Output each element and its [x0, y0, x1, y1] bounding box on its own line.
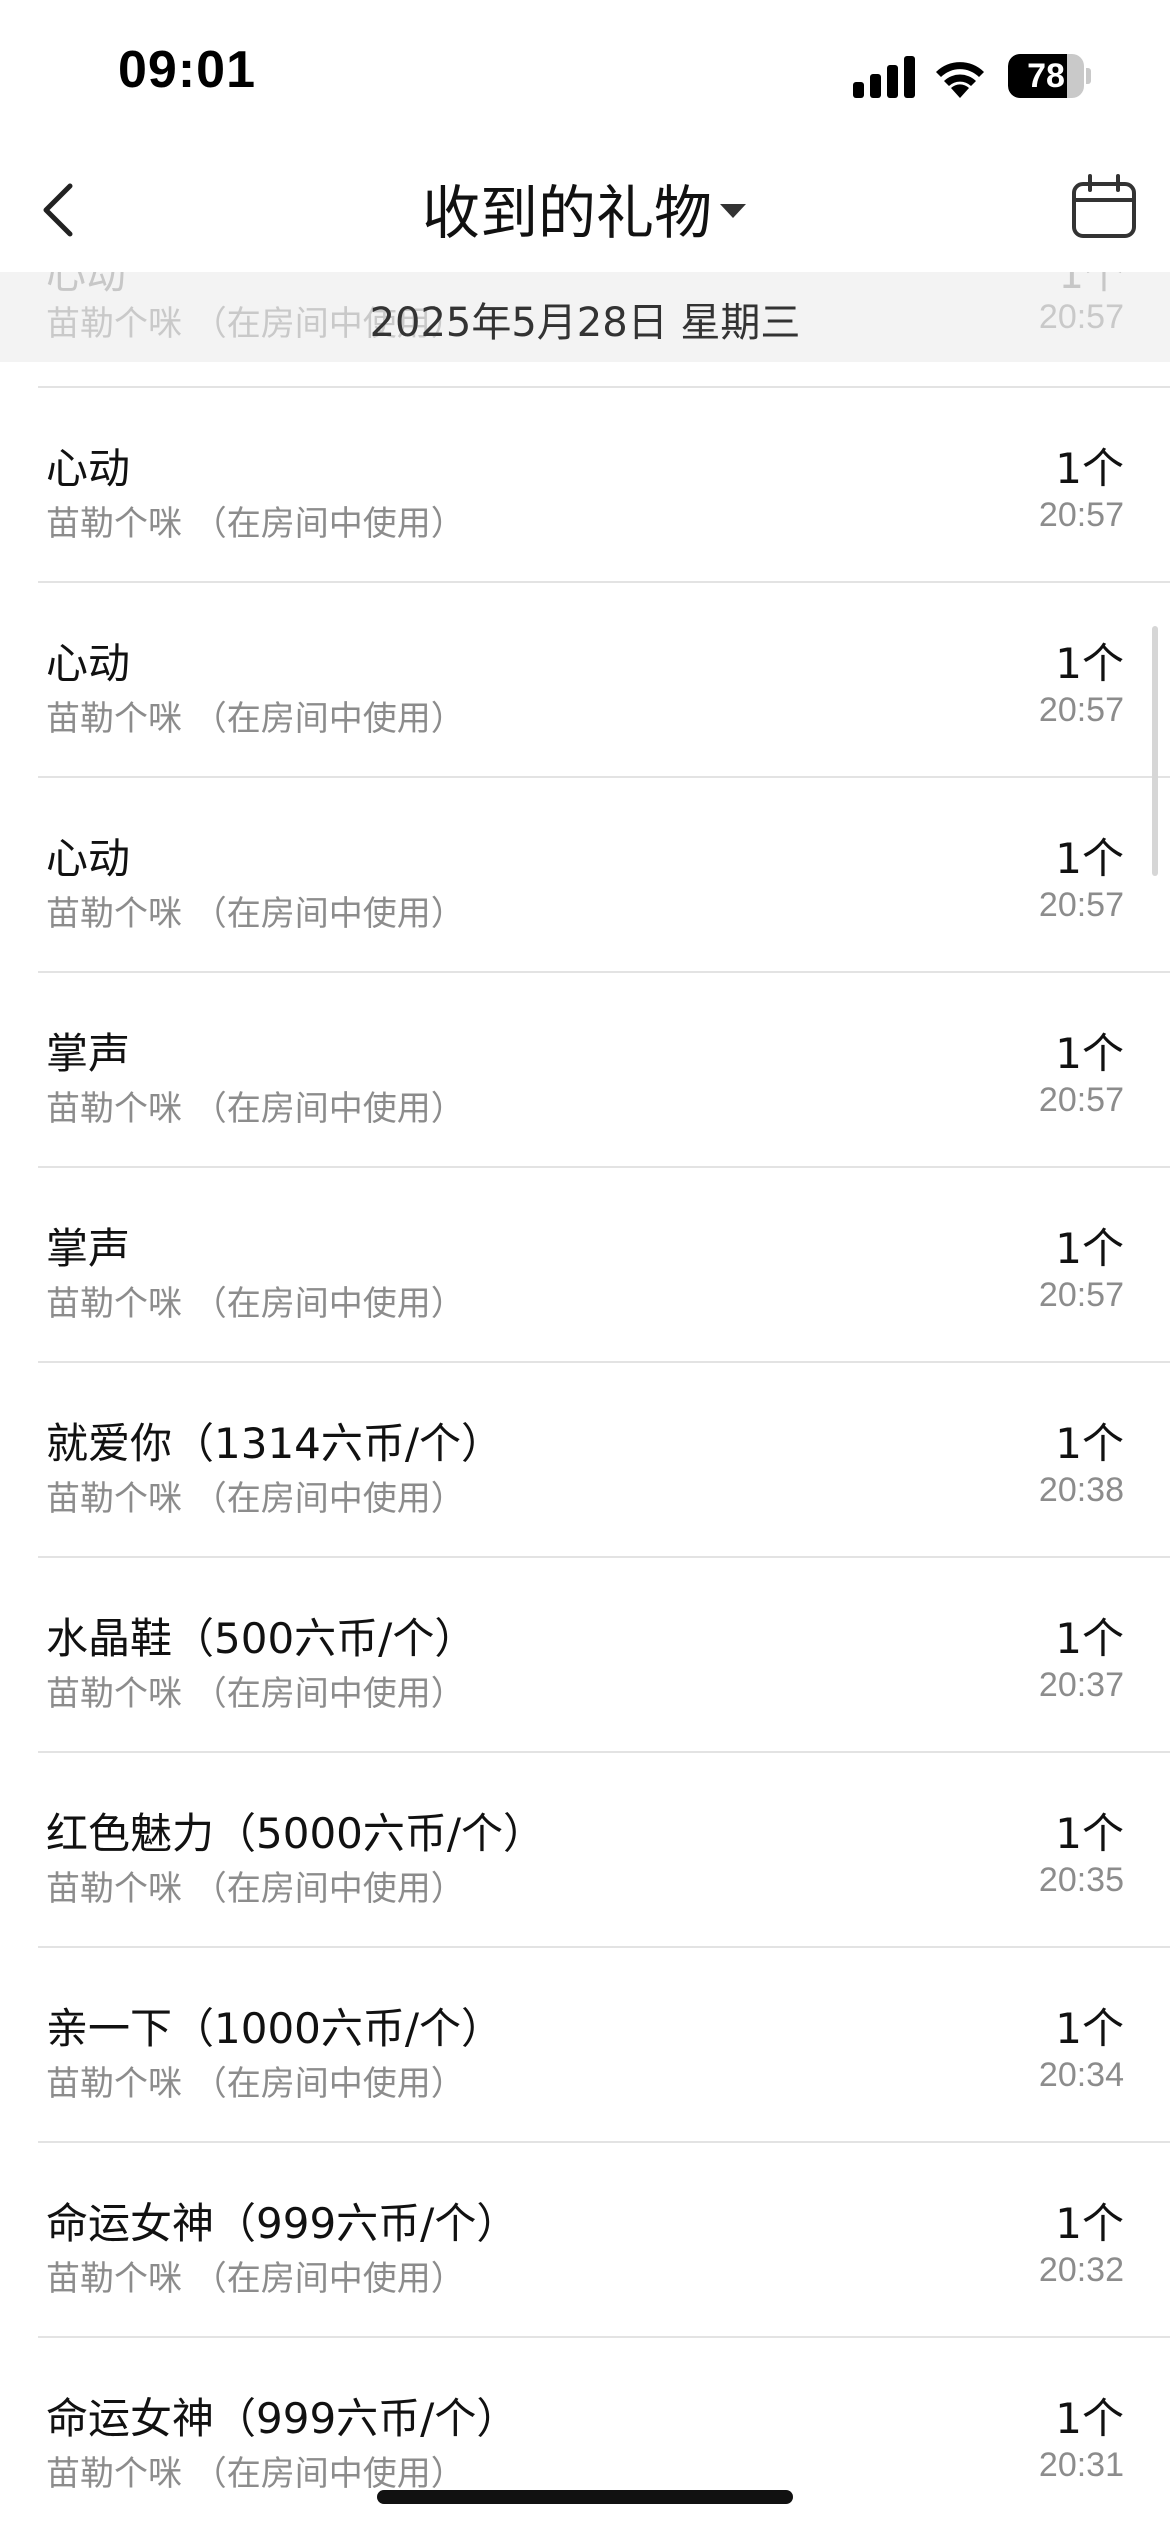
gift-source: 苗勒个咪 （在房间中使用） — [46, 699, 465, 739]
battery-icon: 78 — [1008, 54, 1091, 98]
gift-source: 苗勒个咪 （在房间中使用） — [46, 894, 465, 934]
title-dropdown[interactable]: 收到的礼物 — [0, 168, 1170, 248]
gift-name: 心动 — [46, 834, 131, 883]
gift-time: 20:37 — [1038, 1666, 1124, 1704]
gift-quantity: 1个 — [1055, 1224, 1124, 1273]
gift-time: 20:35 — [1038, 1861, 1124, 1899]
gift-source: 苗勒个咪 （在房间中使用） — [46, 2454, 465, 2494]
gift-name: 命运女神（999六币/个） — [46, 2394, 519, 2443]
gift-row[interactable]: 就爱你（1314六币/个） 苗勒个咪 （在房间中使用） 1个 20:38 — [0, 1363, 1170, 1558]
gift-quantity: 1个 — [1055, 1809, 1124, 1858]
gift-name: 命运女神（999六币/个） — [46, 2199, 519, 2248]
gift-row[interactable]: 掌声 苗勒个咪 （在房间中使用） 1个 20:57 — [0, 1168, 1170, 1363]
gift-name: 掌声 — [46, 1029, 131, 1078]
gift-name: 掌声 — [46, 1224, 131, 1273]
date-section-header: 心动 苗勒个咪 （在房间中使用） 1个 20:57 2025年5月28日 星期三 — [0, 272, 1170, 362]
gift-source: 苗勒个咪 （在房间中使用） — [46, 1089, 465, 1129]
gift-row[interactable]: 红色魅力（5000六币/个） 苗勒个咪 （在房间中使用） 1个 20:35 — [0, 1753, 1170, 1948]
gift-quantity: 1个 — [1055, 834, 1124, 883]
gift-time: 20:38 — [1038, 1471, 1124, 1509]
gift-time: 20:31 — [1038, 2446, 1124, 2484]
gift-quantity: 1个 — [1055, 2394, 1124, 2443]
calendar-button[interactable] — [1068, 172, 1140, 244]
gift-source: 苗勒个咪 （在房间中使用） — [46, 1284, 465, 1324]
page-title: 收到的礼物 — [421, 179, 712, 247]
gift-time: 20:34 — [1038, 2056, 1124, 2094]
screen: 09:01 78 收到的礼物 心动 苗勒个咪 （在房间中使用） 1个 20:57… — [0, 0, 1170, 2532]
gift-quantity: 1个 — [1055, 1029, 1124, 1078]
scroll-indicator[interactable] — [1152, 626, 1158, 876]
gift-name: 心动 — [46, 444, 131, 493]
status-bar: 09:01 78 — [0, 0, 1170, 150]
gift-time: 20:57 — [1038, 886, 1124, 924]
gift-time: 20:57 — [1038, 496, 1124, 534]
gift-row[interactable]: 命运女神（999六币/个） 苗勒个咪 （在房间中使用） 1个 20:32 — [0, 2143, 1170, 2338]
gift-source: 苗勒个咪 （在房间中使用） — [46, 1674, 465, 1714]
home-indicator[interactable] — [377, 2490, 793, 2504]
gift-source: 苗勒个咪 （在房间中使用） — [46, 1479, 465, 1519]
battery-cap — [1086, 68, 1091, 84]
gift-source: 苗勒个咪 （在房间中使用） — [46, 1869, 465, 1909]
gift-time: 20:32 — [1038, 2251, 1124, 2289]
nav-bar: 收到的礼物 — [0, 150, 1170, 270]
gift-source: 苗勒个咪 （在房间中使用） — [46, 504, 465, 544]
gift-quantity: 1个 — [1055, 444, 1124, 493]
gift-row[interactable]: 心动 苗勒个咪 （在房间中使用） 1个 20:57 — [0, 388, 1170, 583]
gift-quantity: 1个 — [1055, 2199, 1124, 2248]
battery-percent: 78 — [1027, 57, 1065, 95]
calendar-icon — [1072, 174, 1136, 238]
gift-quantity: 1个 — [1055, 639, 1124, 688]
status-time: 09:01 — [118, 41, 256, 99]
gift-time: 20:57 — [1038, 691, 1124, 729]
gift-source: 苗勒个咪 （在房间中使用） — [46, 2064, 465, 2104]
cellular-signal-icon — [853, 56, 915, 98]
gift-time: 20:57 — [1038, 1081, 1124, 1119]
wifi-icon — [936, 62, 984, 98]
caret-down-icon — [720, 204, 746, 218]
gift-source: 苗勒个咪 （在房间中使用） — [46, 2259, 465, 2299]
gift-name: 水晶鞋（500六币/个） — [46, 1614, 477, 1663]
gift-time: 20:57 — [1038, 1276, 1124, 1314]
gift-quantity: 1个 — [1055, 1419, 1124, 1468]
gift-name: 红色魅力（5000六币/个） — [46, 1809, 546, 1858]
gift-name: 就爱你（1314六币/个） — [46, 1419, 504, 1468]
gift-row[interactable]: 心动 苗勒个咪 （在房间中使用） 1个 20:57 — [0, 583, 1170, 778]
gift-quantity: 1个 — [1055, 1614, 1124, 1663]
gift-quantity: 1个 — [1055, 2004, 1124, 2053]
gift-name: 心动 — [46, 639, 131, 688]
gift-row[interactable]: 掌声 苗勒个咪 （在房间中使用） 1个 20:57 — [0, 973, 1170, 1168]
battery-body: 78 — [1008, 54, 1084, 98]
gift-name: 亲一下（1000六币/个） — [46, 2004, 504, 2053]
gift-row[interactable]: 心动 苗勒个咪 （在房间中使用） 1个 20:57 — [0, 778, 1170, 973]
date-header-label: 2025年5月28日 星期三 — [369, 300, 801, 346]
gift-row[interactable]: 水晶鞋（500六币/个） 苗勒个咪 （在房间中使用） 1个 20:37 — [0, 1558, 1170, 1753]
gift-row[interactable]: 亲一下（1000六币/个） 苗勒个咪 （在房间中使用） 1个 20:34 — [0, 1948, 1170, 2143]
